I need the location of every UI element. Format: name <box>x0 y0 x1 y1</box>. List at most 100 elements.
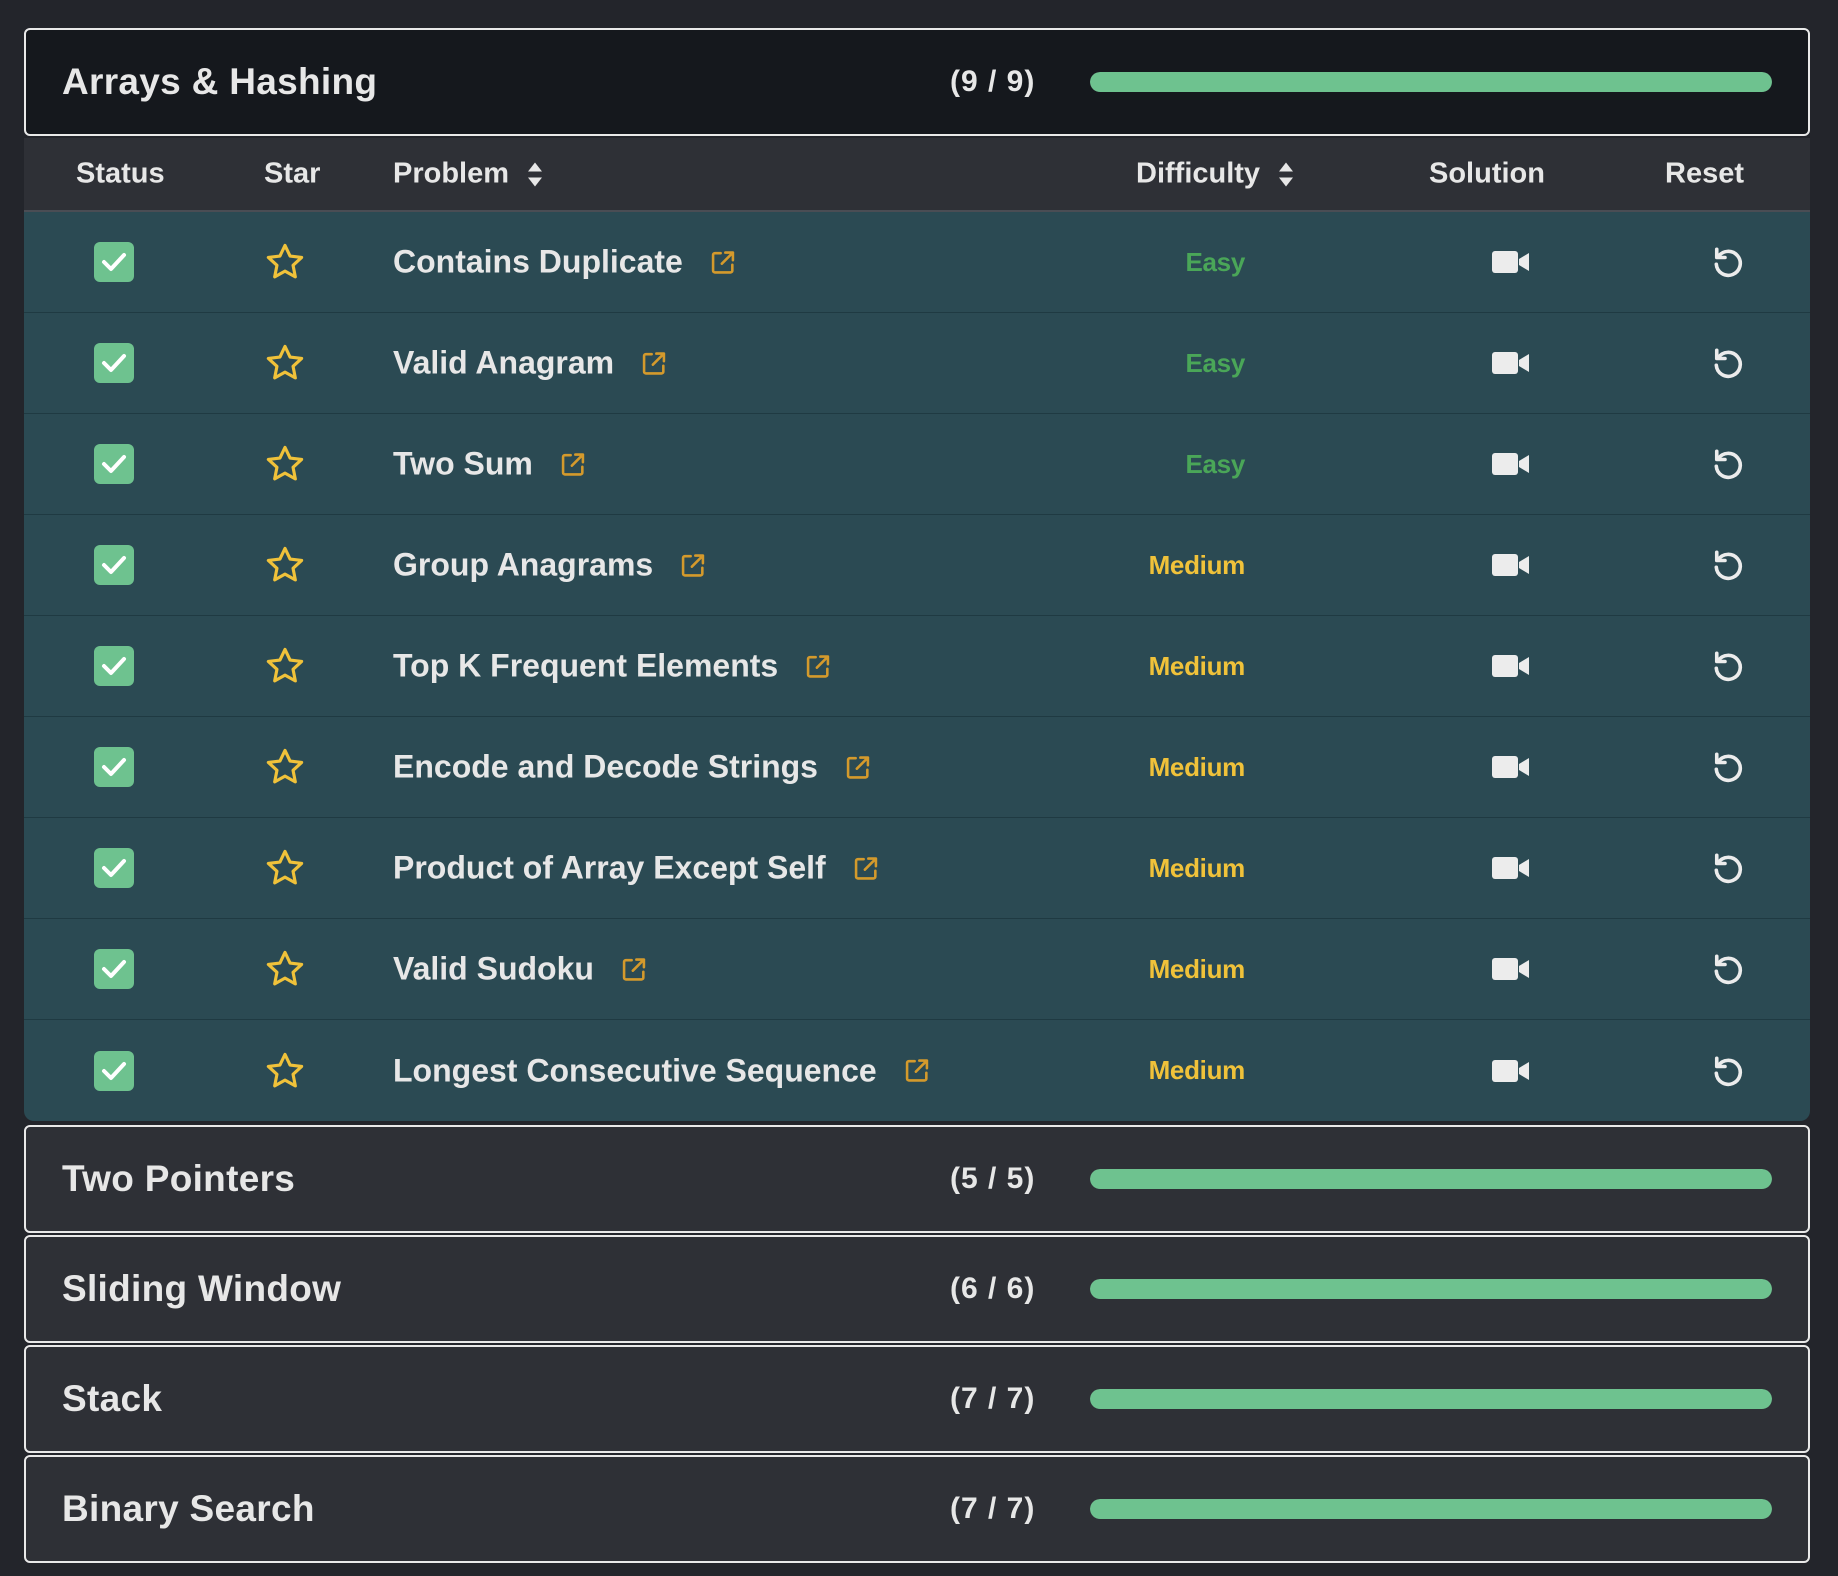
external-link-icon[interactable] <box>903 1057 931 1085</box>
reset-button[interactable] <box>1710 850 1746 886</box>
external-link-icon[interactable] <box>640 349 668 377</box>
reset-button[interactable] <box>1710 244 1746 280</box>
section-count: (9 / 9) <box>950 65 1036 98</box>
problem-link[interactable]: Group Anagrams <box>393 547 653 584</box>
column-header-difficulty[interactable]: Difficulty <box>1136 158 1294 191</box>
status-checkbox[interactable] <box>94 1050 134 1091</box>
problem-link[interactable]: Valid Anagram <box>393 345 614 382</box>
status-checkbox[interactable] <box>94 949 134 989</box>
solution-video-button[interactable] <box>1492 956 1530 982</box>
star-outline-icon <box>266 243 304 279</box>
video-camera-icon <box>1492 756 1529 778</box>
star-button[interactable] <box>264 544 306 586</box>
section-progress-fill <box>1090 1169 1772 1189</box>
table-body: Contains Duplicate Easy Valid Anagram Ea… <box>24 212 1810 1121</box>
reset-button[interactable] <box>1710 345 1746 381</box>
reset-button[interactable] <box>1710 749 1746 785</box>
problem-link[interactable]: Valid Sudoku <box>393 951 594 988</box>
reset-icon <box>1714 550 1743 581</box>
status-checkbox[interactable] <box>94 444 134 484</box>
problem-link[interactable]: Contains Duplicate <box>393 244 683 281</box>
external-link-icon[interactable] <box>679 551 707 579</box>
status-checkbox[interactable] <box>94 545 134 585</box>
external-link-icon[interactable] <box>844 753 872 781</box>
section-header-two-pointers[interactable]: Two Pointers (5 / 5) <box>24 1125 1810 1233</box>
section-count: (6 / 6) <box>950 1272 1036 1305</box>
star-button[interactable] <box>264 241 306 283</box>
star-button[interactable] <box>264 948 306 990</box>
status-checkbox[interactable] <box>94 646 134 686</box>
external-link-icon[interactable] <box>620 955 648 983</box>
section-header-arrays-hashing[interactable]: Arrays & Hashing (9 / 9) <box>24 28 1810 136</box>
reset-icon <box>1714 348 1743 379</box>
star-outline-icon <box>266 748 304 784</box>
problem-link[interactable]: Encode and Decode Strings <box>393 749 818 786</box>
difficulty-label: Medium <box>1148 852 1246 883</box>
section-title: Binary Search <box>62 1488 315 1529</box>
star-button[interactable] <box>264 746 306 788</box>
external-link-icon[interactable] <box>804 652 832 680</box>
problem-link[interactable]: Top K Frequent Elements <box>393 648 778 685</box>
table-row: Encode and Decode Strings Medium <box>24 717 1810 818</box>
section-count: (7 / 7) <box>950 1382 1036 1415</box>
sort-icon[interactable] <box>1278 161 1294 187</box>
video-camera-icon <box>1492 251 1529 273</box>
solution-video-button[interactable] <box>1492 350 1530 376</box>
problem-link[interactable]: Two Sum <box>393 446 533 483</box>
external-link-icon[interactable] <box>559 450 587 478</box>
reset-button[interactable] <box>1710 446 1746 482</box>
star-button[interactable] <box>264 847 306 889</box>
star-button[interactable] <box>264 443 306 485</box>
status-checkbox[interactable] <box>94 242 134 282</box>
difficulty-label: Easy <box>1185 347 1245 378</box>
section-title: Sliding Window <box>62 1268 342 1309</box>
star-button[interactable] <box>264 1050 306 1092</box>
difficulty-header-label: Difficulty <box>1136 157 1261 190</box>
problem-header-label: Problem <box>393 157 510 190</box>
solution-video-button[interactable] <box>1492 1058 1530 1084</box>
section-count: (5 / 5) <box>950 1162 1036 1195</box>
section-progress-fill <box>1090 72 1772 92</box>
video-camera-icon <box>1492 352 1529 374</box>
video-camera-icon <box>1492 554 1529 576</box>
star-outline-icon <box>266 647 304 683</box>
reset-button[interactable] <box>1710 547 1746 583</box>
reset-icon <box>1714 752 1743 783</box>
difficulty-label: Medium <box>1148 650 1246 681</box>
star-outline-icon <box>266 849 304 885</box>
checkmark-icon <box>102 1061 126 1080</box>
reset-button[interactable] <box>1710 648 1746 684</box>
status-checkbox[interactable] <box>94 343 134 383</box>
column-header-problem[interactable]: Problem <box>393 158 543 191</box>
solution-video-button[interactable] <box>1492 855 1530 881</box>
section-header-sliding-window[interactable]: Sliding Window (6 / 6) <box>24 1235 1810 1343</box>
solution-video-button[interactable] <box>1492 451 1530 477</box>
section-count: (7 / 7) <box>950 1492 1036 1525</box>
reset-button[interactable] <box>1710 1053 1746 1089</box>
reset-icon <box>1714 1055 1743 1086</box>
status-checkbox[interactable] <box>94 747 134 787</box>
reset-button[interactable] <box>1710 951 1746 987</box>
status-checkbox[interactable] <box>94 848 134 888</box>
section-progress-bar <box>1090 1279 1772 1299</box>
external-link-icon[interactable] <box>852 854 880 882</box>
solution-video-button[interactable] <box>1492 552 1530 578</box>
solution-video-button[interactable] <box>1492 653 1530 679</box>
star-outline-icon <box>266 344 304 380</box>
solution-video-button[interactable] <box>1492 249 1530 275</box>
sort-icon[interactable] <box>527 161 543 187</box>
column-header-reset: Reset <box>1665 158 1744 191</box>
table-row: Valid Sudoku Medium <box>24 919 1810 1020</box>
section-header-stack[interactable]: Stack (7 / 7) <box>24 1345 1810 1453</box>
solution-video-button[interactable] <box>1492 754 1530 780</box>
star-outline-icon <box>266 950 304 986</box>
star-button[interactable] <box>264 342 306 384</box>
column-header-status: Status <box>76 158 165 191</box>
star-outline-icon <box>266 1052 304 1087</box>
problem-link[interactable]: Product of Array Except Self <box>393 850 826 887</box>
problem-link[interactable]: Longest Consecutive Sequence <box>393 1052 877 1089</box>
star-button[interactable] <box>264 645 306 687</box>
table-row: Product of Array Except Self Medium <box>24 818 1810 919</box>
section-header-binary-search[interactable]: Binary Search (7 / 7) <box>24 1455 1810 1563</box>
external-link-icon[interactable] <box>709 248 737 276</box>
